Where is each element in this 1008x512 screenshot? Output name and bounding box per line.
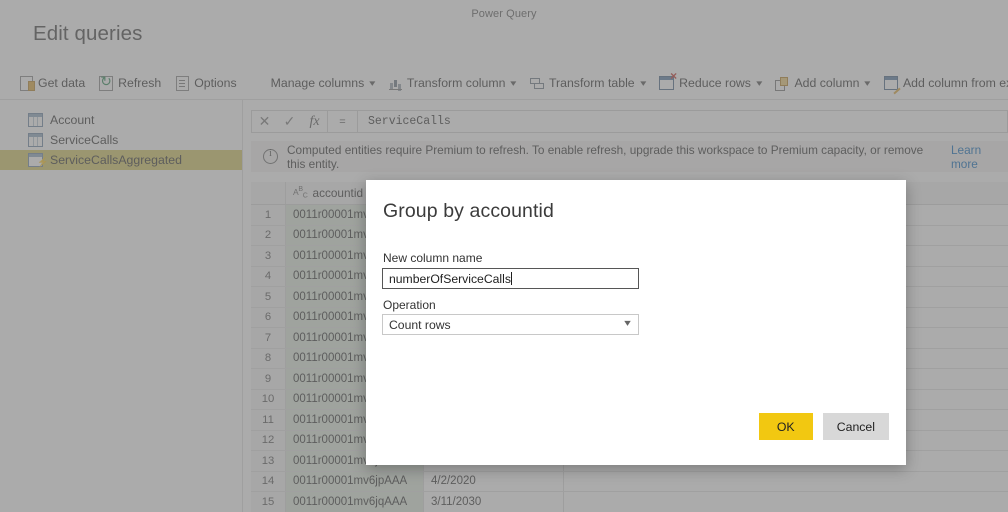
operation-select[interactable]: Count rows ▾: [382, 314, 639, 335]
dialog-title: Group by accountid: [383, 200, 554, 223]
new-column-name-input[interactable]: numberOfServiceCalls: [382, 268, 639, 289]
new-column-name-label: New column name: [383, 251, 482, 265]
text-cursor: [511, 272, 512, 285]
operation-label: Operation: [383, 298, 436, 312]
dialog-actions: OK Cancel: [759, 413, 889, 440]
ok-button[interactable]: OK: [759, 413, 813, 440]
new-column-name-value: numberOfServiceCalls: [389, 272, 511, 286]
operation-selected-value: Count rows: [389, 318, 451, 332]
group-by-dialog: Group by accountid New column name numbe…: [366, 180, 906, 465]
chevron-down-icon: ▾: [624, 318, 631, 329]
cancel-button[interactable]: Cancel: [823, 413, 889, 440]
